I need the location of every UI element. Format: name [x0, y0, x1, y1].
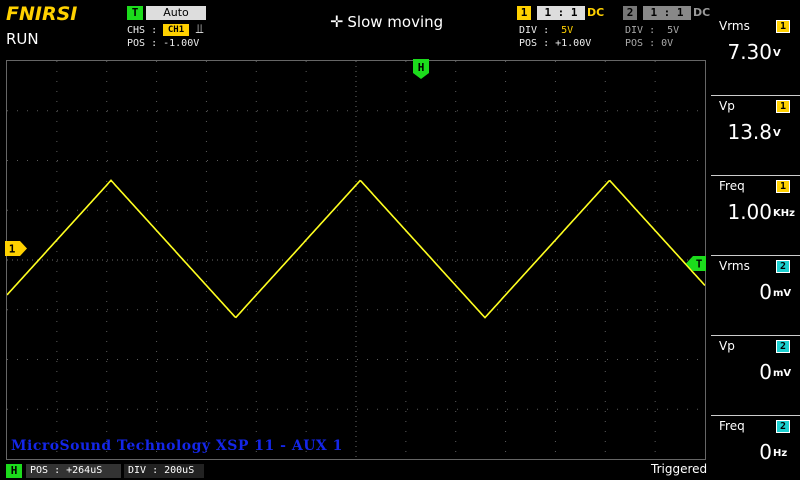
measurement-unit: mV: [773, 288, 792, 299]
trigger-level-marker[interactable]: T: [686, 256, 706, 271]
measurement-value: 0: [759, 440, 772, 464]
ch1-div-label: DIV :: [519, 25, 550, 36]
measurement-panel: Vrms 1 7.30 V Vp 1 13.8 V Freq 1 1.00 KH…: [711, 16, 800, 480]
measurement-value: 7.30: [727, 40, 772, 64]
ch2-div-label: DIV :: [625, 25, 656, 36]
measurement-label: Vp: [719, 99, 735, 113]
measurement-unit: Hz: [773, 448, 788, 459]
measurement-channel-badge: 2: [776, 420, 790, 433]
ch1-marker-label: 1: [9, 243, 16, 256]
measurement-ch2-vp[interactable]: Vp 2 0 mV: [711, 336, 800, 416]
move-mode[interactable]: ✛ Slow moving: [330, 12, 443, 31]
trigger-source-channel[interactable]: CH1: [163, 24, 189, 36]
brand-logo: FNIRSI: [6, 3, 78, 25]
measurement-label: Vrms: [719, 259, 750, 273]
rising-edge-icon[interactable]: ⫫: [196, 22, 203, 37]
ch2-volts-per-div: DIV : 5V: [625, 25, 679, 36]
ch2-probe-ratio[interactable]: 1 : 1: [643, 6, 691, 20]
measurement-channel-badge: 1: [776, 20, 790, 33]
ch2-badge[interactable]: 2: [623, 6, 637, 20]
timebase[interactable]: DIV : 200uS: [124, 464, 204, 478]
measurement-unit: mV: [773, 368, 792, 379]
measurement-value: 0: [759, 280, 772, 304]
ch1-offset: POS : +1.00V: [519, 38, 592, 49]
trigger-marker-label: T: [696, 258, 703, 271]
ch1-coupling[interactable]: DC: [587, 6, 604, 19]
horizontal-position-marker[interactable]: H: [413, 59, 429, 79]
measurement-unit: KHz: [773, 208, 795, 219]
ch2-coupling[interactable]: DC: [693, 6, 710, 19]
measurement-ch2-freq[interactable]: Freq 2 0 Hz: [711, 416, 800, 480]
measurement-value: 0: [759, 360, 772, 384]
measurement-unit: V: [773, 128, 781, 139]
trigger-badge[interactable]: T: [127, 6, 143, 20]
measurement-channel-badge: 2: [776, 260, 790, 273]
ch1-probe-ratio[interactable]: 1 : 1: [537, 6, 585, 20]
trigger-status: Triggered: [651, 462, 708, 476]
ch2-offset: POS : 0V: [625, 38, 674, 49]
measurement-channel-badge: 1: [776, 180, 790, 193]
run-state[interactable]: RUN: [6, 30, 39, 48]
measurement-ch1-freq[interactable]: Freq 1 1.00 KHz: [711, 176, 800, 256]
ch2-div-value: 5V: [667, 25, 680, 36]
measurement-ch1-vrms[interactable]: Vrms 1 7.30 V: [711, 16, 800, 96]
ch1-ground-marker[interactable]: 1: [5, 241, 27, 256]
scope-display[interactable]: [6, 60, 706, 460]
watermark-text: MicroSound Technology XSP 11 - AUX 1: [11, 438, 343, 454]
measurement-channel-badge: 2: [776, 340, 790, 353]
measurement-unit: V: [773, 48, 781, 59]
ch1-div-value: 5V: [561, 25, 574, 36]
measurement-label: Freq: [719, 179, 745, 193]
measurement-label: Vrms: [719, 19, 750, 33]
horizontal-position[interactable]: POS : +264uS: [26, 464, 121, 478]
horizontal-badge[interactable]: H: [6, 464, 22, 478]
ch1-badge[interactable]: 1: [517, 6, 531, 20]
move-icon: ✛: [330, 12, 344, 31]
measurement-value: 13.8: [727, 120, 772, 144]
graticule: [7, 61, 705, 459]
trigger-mode[interactable]: Auto: [146, 6, 206, 20]
move-mode-label: Slow moving: [347, 13, 444, 31]
measurement-label: Freq: [719, 419, 745, 433]
trigger-level: POS : -1.00V: [127, 38, 200, 49]
measurement-value: 1.00: [727, 200, 772, 224]
trigger-source-label: CHS :: [127, 25, 158, 36]
measurement-ch2-vrms[interactable]: Vrms 2 0 mV: [711, 256, 800, 336]
ch1-volts-per-div: DIV : 5V: [519, 25, 573, 36]
ch1-waveform-trace: [7, 179, 705, 319]
measurement-label: Vp: [719, 339, 735, 353]
h-marker-label: H: [418, 61, 425, 74]
measurement-channel-badge: 1: [776, 100, 790, 113]
measurement-ch1-vp[interactable]: Vp 1 13.8 V: [711, 96, 800, 176]
